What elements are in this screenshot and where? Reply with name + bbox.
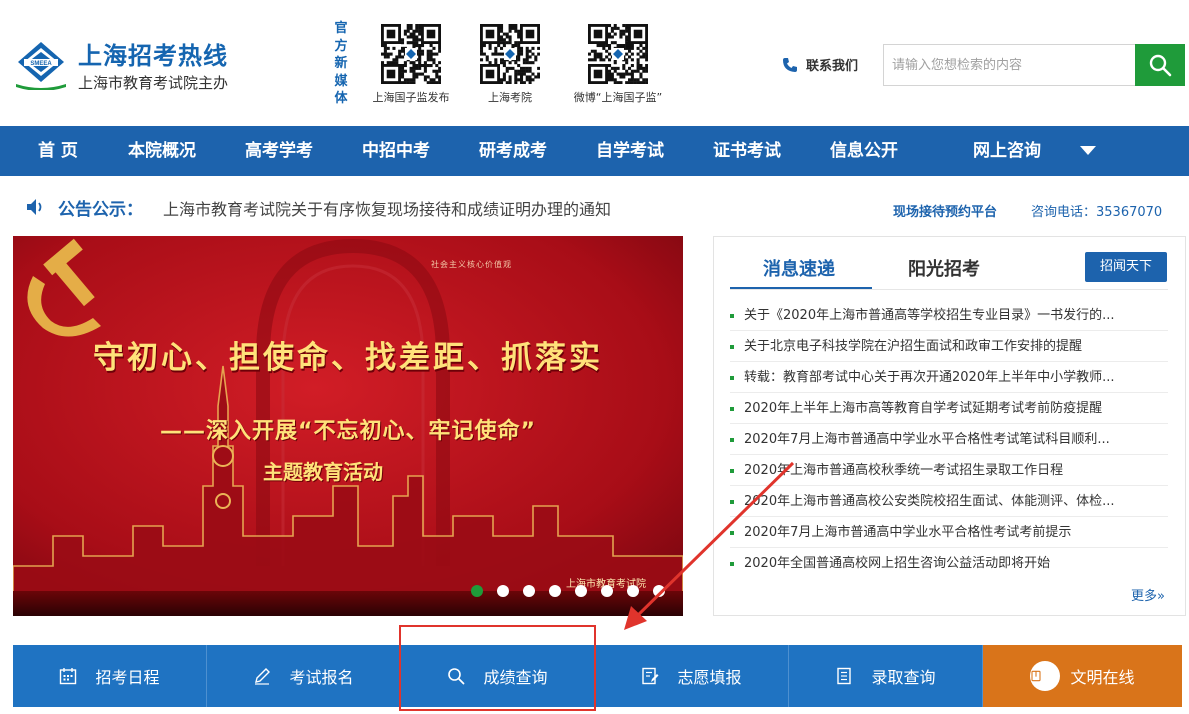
carousel-dot[interactable] <box>497 585 509 597</box>
search-icon <box>448 668 465 685</box>
reception-booking-link[interactable]: 现场接待预约平台 <box>893 201 997 220</box>
tab-divider <box>730 289 1168 290</box>
qr-code-kaoyuan: 上海考院 <box>470 24 550 105</box>
qr-code-icon <box>480 24 540 84</box>
nav-item-home[interactable]: 首 页 <box>38 126 78 176</box>
notice-message-link[interactable]: 上海市教育考试院关于有序恢复现场接待和成绩证明办理的通知 <box>163 196 611 220</box>
exam-schedule-button[interactable]: 招考日程 <box>13 645 207 707</box>
svg-text:SMEEA: SMEEA <box>30 61 52 67</box>
zhaowen-tianxia-button[interactable]: 招闻天下 <box>1085 252 1167 282</box>
banner-subheadline: ——深入开展“不忘初心、牢记使命” <box>160 419 536 444</box>
banner-decor-text: 社会主义核心价值观 <box>431 260 512 269</box>
tab-news-express[interactable]: 消息速递 <box>763 255 835 281</box>
qr-code-icon <box>588 24 648 84</box>
nav-item-zixue[interactable]: 自学考试 <box>596 126 664 176</box>
carousel-dot[interactable] <box>523 585 535 597</box>
banner-headline: 守初心、担使命、找差距、抓落实 <box>93 340 603 376</box>
news-item[interactable]: 2020年上海市普通高校秋季统一考试招生录取工作日程 <box>730 455 1168 486</box>
news-list: 关于《2020年上海市普通高等学校招生专业目录》一书发行的... 关于北京电子科… <box>730 300 1168 579</box>
document-icon <box>837 667 852 685</box>
tab-sunshine-admission[interactable]: 阳光招考 <box>908 255 980 281</box>
civilization-online-button[interactable]: 文明在线 <box>983 645 1182 707</box>
qr-caption: 上海国子监发布 <box>372 91 450 104</box>
smeea-logo-icon: SMEEA <box>16 42 66 90</box>
form-edit-icon <box>642 667 659 685</box>
carousel-dot[interactable] <box>575 585 587 597</box>
active-tab-indicator <box>730 287 872 289</box>
admission-query-button[interactable]: 录取查询 <box>789 645 983 707</box>
qr-caption: 上海考院 <box>488 91 532 104</box>
notice-bar: 公告公示： 上海市教育考试院关于有序恢复现场接待和成绩证明办理的通知 现场接待预… <box>0 176 1189 236</box>
carousel-dot[interactable] <box>471 585 483 597</box>
nav-dropdown-arrow-icon[interactable] <box>1080 146 1096 155</box>
pen-icon <box>255 668 271 685</box>
main-nav: 首 页 本院概况 高考学考 中招中考 研考成考 自学考试 证书考试 信息公开 网… <box>0 126 1189 176</box>
exam-registration-button[interactable]: 考试报名 <box>207 645 401 707</box>
search-input[interactable] <box>883 44 1135 86</box>
qr-caption: 微博“上海国子监” <box>573 91 663 104</box>
carousel-dot[interactable] <box>601 585 613 597</box>
score-query-button[interactable]: 成绩查询 <box>401 645 595 707</box>
phone-icon <box>783 57 797 72</box>
contact-us-link[interactable]: 联系我们 <box>782 55 858 74</box>
news-item[interactable]: 2020年全国普通高校网上招生咨询公益活动即将开始 <box>730 548 1168 579</box>
news-item[interactable]: 2020年7月上海市普通高中学业水平合格性考试考前提示 <box>730 517 1168 548</box>
site-subtitle: 上海市教育考试院主办 <box>78 74 229 92</box>
carousel-dots <box>471 585 679 597</box>
news-item[interactable]: 2020年7月上海市普通高中学业水平合格性考试笔试科目顺利... <box>730 424 1168 455</box>
site-search <box>883 44 1185 86</box>
qr-code-guozijian: 上海国子监发布 <box>366 24 456 105</box>
nav-item-consult[interactable]: 网上咨询 <box>973 126 1041 176</box>
news-item[interactable]: 关于北京电子科技学院在沪招生面试和政审工作安排的提醒 <box>730 331 1168 362</box>
nav-item-info-public[interactable]: 信息公开 <box>830 126 898 176</box>
news-item[interactable]: 转载：教育部考试中心关于再次开通2020年上半年中小学教师... <box>730 362 1168 393</box>
news-item[interactable]: 2020年上半年上海市高等教育自学考试延期考试考前防疫提醒 <box>730 393 1168 424</box>
news-item[interactable]: 2020年上海市普通高校公安类院校招生面试、体能测评、体检... <box>730 486 1168 517</box>
site-title: 上海招考热线 <box>78 42 228 70</box>
official-media-label: 官 方 新 媒 体 <box>334 21 348 106</box>
banner-carousel[interactable]: 社会主义核心价值观 守初心、担使命、找差距、抓落实 ——深入开展“不忘初心、牢记… <box>13 236 683 616</box>
qr-code-icon <box>381 24 441 84</box>
nav-item-certificate[interactable]: 证书考试 <box>713 126 781 176</box>
nav-item-about[interactable]: 本院概况 <box>128 126 196 176</box>
application-filling-button[interactable]: 志愿填报 <box>595 645 789 707</box>
site-logo[interactable]: SMEEA 上海招考热线 上海市教育考试院主办 <box>14 36 244 96</box>
banner-subheadline-2: 主题教育活动 <box>263 460 383 484</box>
search-icon <box>1149 54 1172 77</box>
nav-item-gaokao[interactable]: 高考学考 <box>245 126 313 176</box>
nav-item-yankao[interactable]: 研考成考 <box>479 126 547 176</box>
contact-us-label: 联系我们 <box>806 59 859 74</box>
site-header: SMEEA 上海招考热线 上海市教育考试院主办 官 方 新 媒 体 上海国子监发… <box>0 0 1189 126</box>
news-item[interactable]: 关于《2020年上海市普通高等学校招生专业目录》一书发行的... <box>730 300 1168 331</box>
book-icon <box>1030 661 1061 691</box>
notice-label: 公告公示： <box>58 200 143 220</box>
search-button[interactable] <box>1135 44 1185 86</box>
news-panel: 消息速递 阳光招考 招闻天下 关于《2020年上海市普通高等学校招生专业目录》一… <box>713 236 1186 616</box>
carousel-dot[interactable] <box>549 585 561 597</box>
qr-code-weibo: 微博“上海国子监” <box>560 24 676 105</box>
carousel-dot[interactable] <box>653 585 665 597</box>
more-news-link[interactable]: 更多» <box>1131 585 1165 604</box>
consult-phone: 咨询电话：35367070 <box>1031 205 1163 220</box>
carousel-dot[interactable] <box>627 585 639 597</box>
nav-item-zhongkao[interactable]: 中招中考 <box>362 126 430 176</box>
calendar-icon <box>60 668 77 685</box>
quick-links-bar: 招考日程 考试报名 成绩查询 志愿填报 录取查询 文明在线 <box>13 645 1186 707</box>
speaker-icon <box>27 199 42 215</box>
